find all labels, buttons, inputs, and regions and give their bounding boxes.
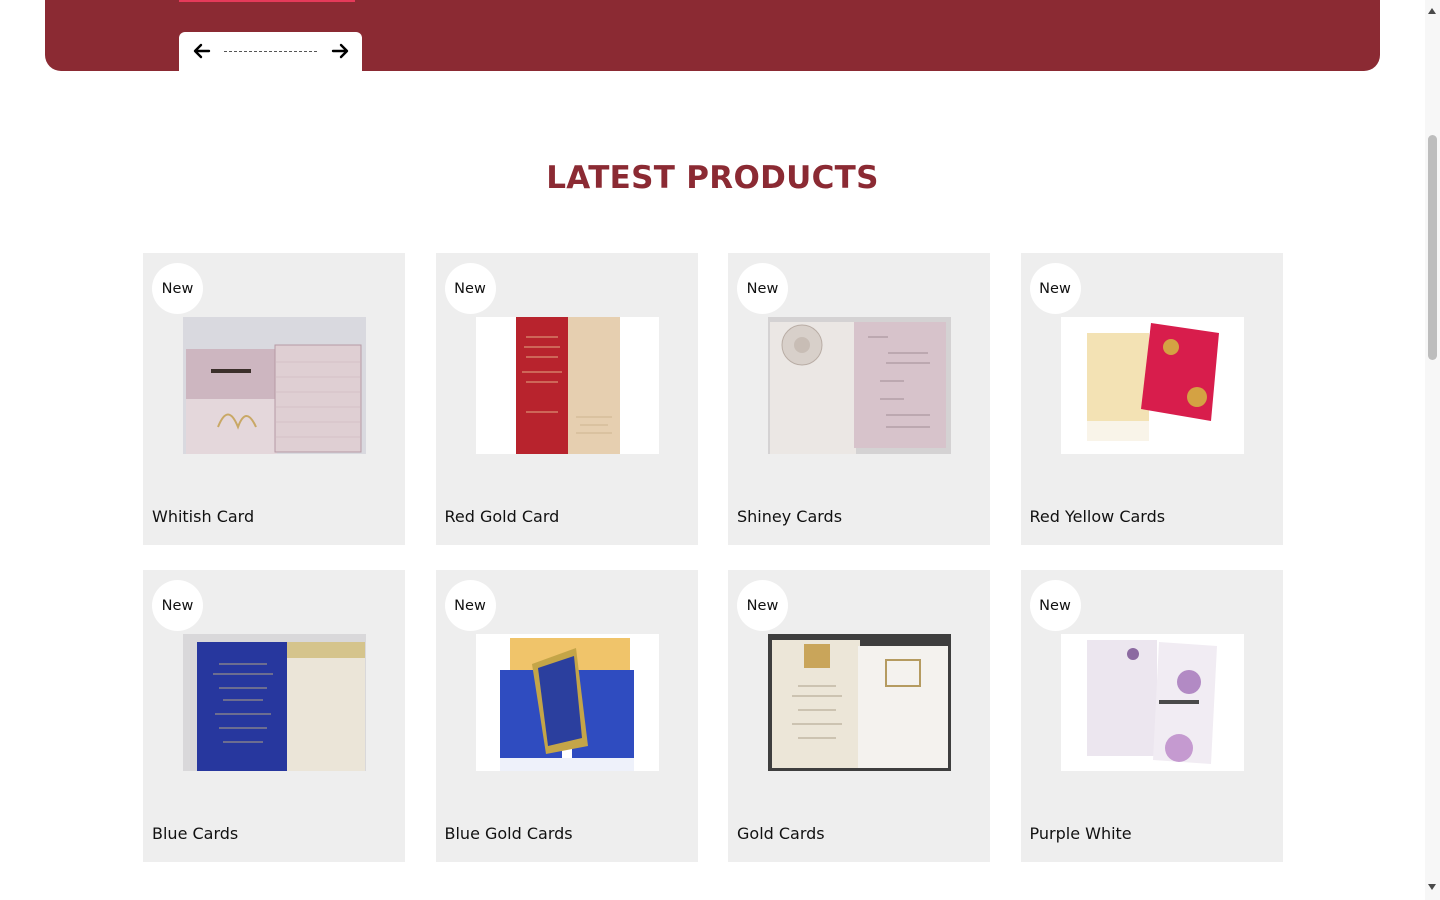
whitish-card-thumbnail[interactable] bbox=[183, 317, 366, 454]
new-badge: New bbox=[152, 263, 203, 314]
new-badge: New bbox=[1029, 580, 1081, 631]
new-badge: New bbox=[1029, 263, 1081, 314]
arrow-right-icon[interactable] bbox=[331, 42, 349, 60]
product-card-whitish-card[interactable]: New Whitish Card bbox=[143, 253, 405, 545]
product-card-purple-white[interactable]: New Purple White bbox=[1020, 570, 1283, 862]
shiney-cards-thumbnail[interactable] bbox=[768, 317, 951, 454]
new-badge: New bbox=[737, 580, 788, 631]
product-card-red-gold-card[interactable]: New Red Gold Card bbox=[435, 253, 698, 545]
slider-controls bbox=[179, 32, 362, 71]
product-name[interactable]: Shiney Cards bbox=[737, 507, 842, 526]
product-name[interactable]: Gold Cards bbox=[737, 824, 825, 843]
product-name[interactable]: Red Gold Card bbox=[445, 507, 560, 526]
blue-gold-cards-thumbnail[interactable] bbox=[475, 634, 659, 771]
product-card-red-yellow-cards[interactable]: New Red Yellow Cards bbox=[1020, 253, 1283, 545]
new-badge: New bbox=[737, 263, 788, 314]
section-title: LATEST PRODUCTS bbox=[546, 160, 879, 196]
product-name[interactable]: Red Yellow Cards bbox=[1030, 507, 1166, 526]
slider-progress-dashes bbox=[224, 51, 317, 52]
scroll-up-arrow-icon[interactable] bbox=[1428, 8, 1436, 14]
gold-cards-thumbnail[interactable] bbox=[768, 634, 951, 771]
purple-white-thumbnail[interactable] bbox=[1060, 634, 1244, 771]
scroll-down-arrow-icon[interactable] bbox=[1428, 884, 1436, 890]
scrollbar-thumb[interactable] bbox=[1428, 135, 1437, 360]
blue-cards-thumbnail[interactable] bbox=[183, 634, 366, 771]
product-card-blue-cards[interactable]: New Blue Cards bbox=[143, 570, 405, 862]
product-card-shiney-cards[interactable]: New Shiney Cards bbox=[728, 253, 990, 545]
product-name[interactable]: Purple White bbox=[1030, 824, 1132, 843]
new-badge: New bbox=[152, 580, 203, 631]
product-name[interactable]: Blue Cards bbox=[152, 824, 238, 843]
red-yellow-cards-thumbnail[interactable] bbox=[1060, 317, 1244, 454]
red-gold-card-thumbnail[interactable] bbox=[475, 317, 659, 454]
hero-banner bbox=[45, 0, 1380, 71]
product-grid: New Whitish Card New Red Gold Card New S… bbox=[143, 253, 1283, 862]
hero-accent-bar bbox=[179, 0, 355, 2]
product-name[interactable]: Whitish Card bbox=[152, 507, 254, 526]
new-badge: New bbox=[444, 580, 496, 631]
product-name[interactable]: Blue Gold Cards bbox=[445, 824, 573, 843]
arrow-left-icon[interactable] bbox=[193, 42, 211, 60]
product-card-gold-cards[interactable]: New Gold Cards bbox=[728, 570, 990, 862]
new-badge: New bbox=[444, 263, 496, 314]
page-scrollbar[interactable] bbox=[1425, 0, 1440, 900]
product-card-blue-gold-cards[interactable]: New Blue Gold Cards bbox=[435, 570, 698, 862]
